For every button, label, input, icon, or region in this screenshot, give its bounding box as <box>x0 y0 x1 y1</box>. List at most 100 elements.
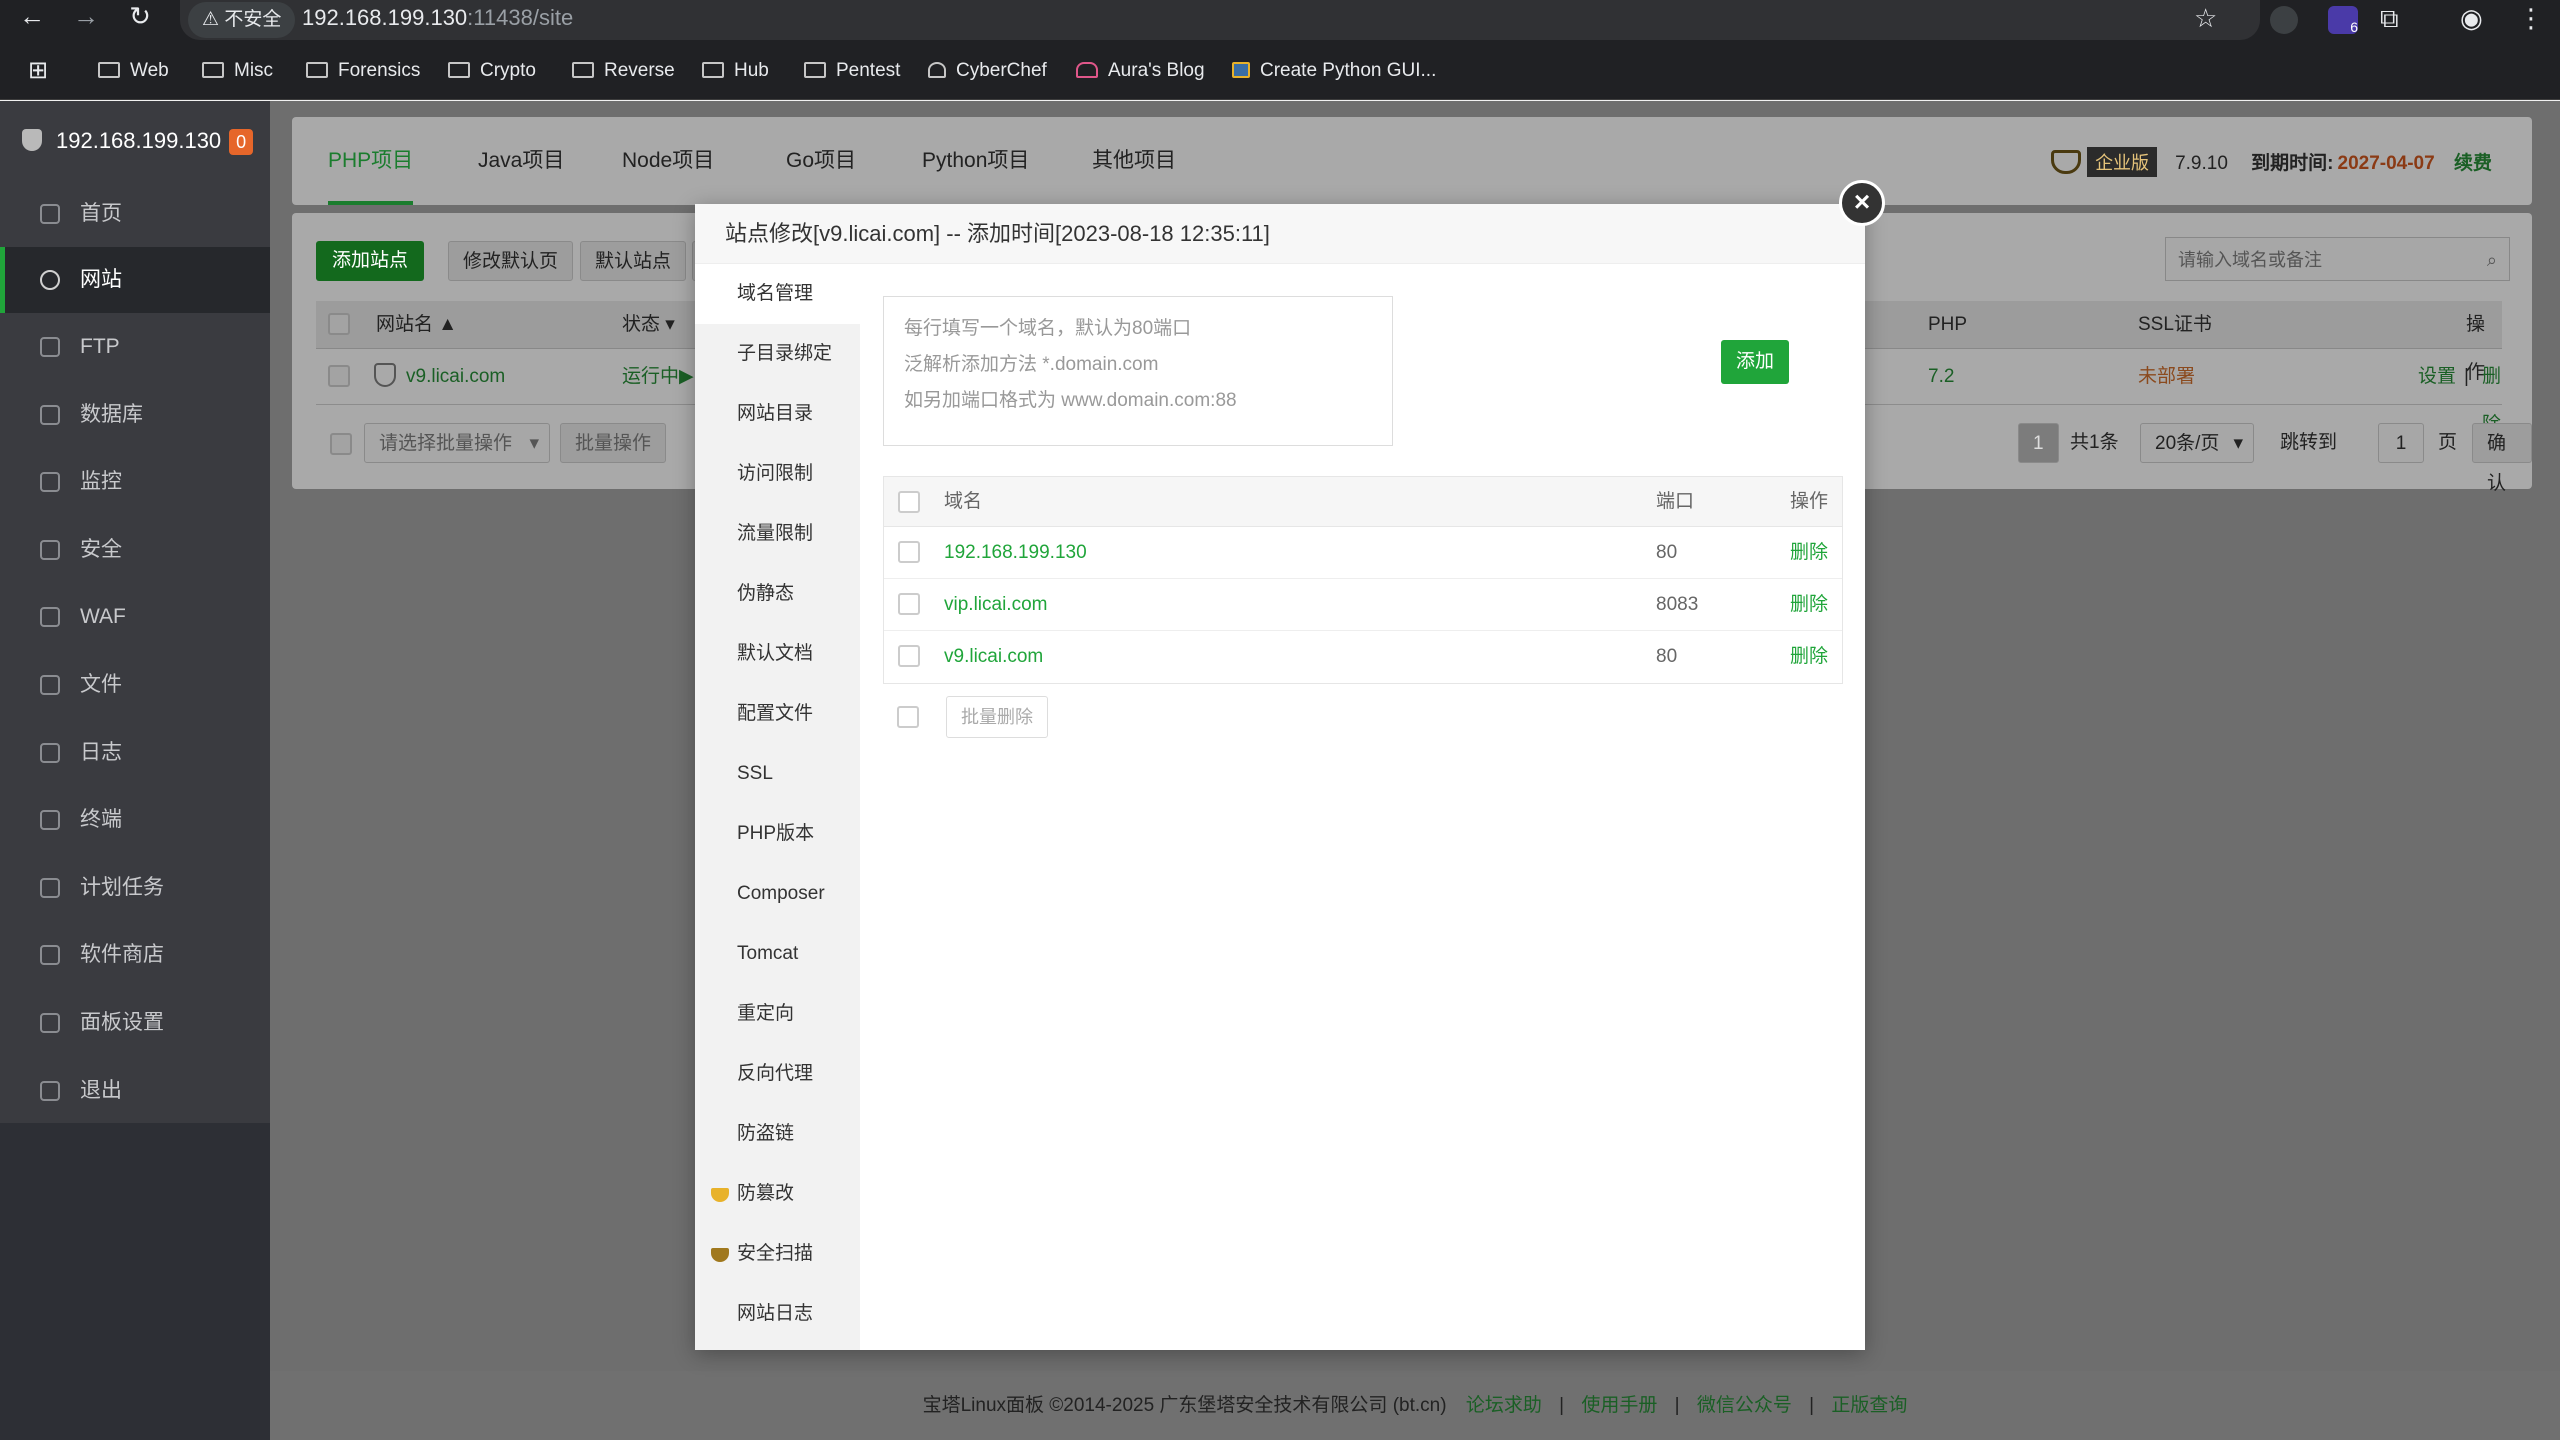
site-ssl-status[interactable]: 未部署 <box>2138 353 2195 401</box>
close-icon[interactable]: × <box>1839 180 1885 226</box>
tab-go[interactable]: Go项目 <box>786 117 856 205</box>
select-all-checkbox[interactable] <box>328 313 350 335</box>
sidebar-item-settings[interactable]: 面板设置 <box>0 990 270 1056</box>
bulk-delete-button[interactable]: 批量删除 <box>946 696 1048 738</box>
domain-link[interactable]: vip.licai.com <box>944 579 1047 631</box>
sidebar-item-monitor[interactable]: 监控 <box>0 449 270 515</box>
tab-python[interactable]: Python项目 <box>922 117 1029 205</box>
reload-icon[interactable]: ↻ <box>118 0 162 32</box>
modal-nav-subdir[interactable]: 子目录绑定 <box>695 324 860 384</box>
extension-icon[interactable] <box>2270 6 2298 34</box>
modal-nav-config[interactable]: 配置文件 <box>695 684 860 744</box>
tab-php[interactable]: PHP项目 <box>328 117 414 205</box>
sidebar-item-files[interactable]: 文件 <box>0 652 270 718</box>
edit-default-page-button[interactable]: 修改默认页 <box>448 241 574 281</box>
menu-icon[interactable]: ⋮ <box>2518 2 2544 34</box>
search-input[interactable]: 请输入域名或备注 ⌕ <box>2165 237 2510 281</box>
delete-domain-link[interactable]: 删除 <box>1790 631 1828 683</box>
modal-nav-rewrite[interactable]: 伪静态 <box>695 564 860 624</box>
modal-nav-composer[interactable]: Composer <box>695 864 860 924</box>
bulk-select-checkbox[interactable] <box>897 706 919 728</box>
manual-link[interactable]: 使用手册 <box>1581 1395 1657 1416</box>
bookmark-aura[interactable]: Aura's Blog <box>1076 56 1205 86</box>
bookmark-reverse[interactable]: Reverse <box>572 56 675 86</box>
sidebar-item-cron[interactable]: 计划任务 <box>0 855 270 921</box>
bookmark-web[interactable]: Web <box>98 56 169 86</box>
batch-select[interactable]: 请选择批量操作 ▾ <box>364 423 550 463</box>
license-link[interactable]: 正版查询 <box>1831 1395 1907 1416</box>
bookmark-pentest[interactable]: Pentest <box>804 56 900 86</box>
modal-nav-hotlink[interactable]: 防盗链 <box>695 1104 860 1164</box>
jump-page-input[interactable]: 1 <box>2378 423 2424 463</box>
back-icon[interactable]: ← <box>10 0 54 32</box>
site-settings-link[interactable]: 设置 <box>2418 353 2456 401</box>
domain-link[interactable]: 192.168.199.130 <box>944 527 1087 579</box>
domain-link[interactable]: v9.licai.com <box>944 631 1043 683</box>
modal-nav-access-limit[interactable]: 访问限制 <box>695 444 860 504</box>
bookmark-misc[interactable]: Misc <box>202 56 273 86</box>
sidebar-item-security[interactable]: 安全 <box>0 517 270 583</box>
modal-nav-default-doc[interactable]: 默认文档 <box>695 624 860 684</box>
col-name[interactable]: 网站名 ▲ <box>376 301 457 349</box>
row-checkbox[interactable] <box>898 541 920 563</box>
bookmark-python-gui[interactable]: Create Python GUI... <box>1232 56 1436 86</box>
row-checkbox[interactable] <box>328 365 350 387</box>
bookmark-hub[interactable]: Hub <box>702 56 769 86</box>
tab-node[interactable]: Node项目 <box>622 117 714 205</box>
renew-link[interactable]: 续费 <box>2454 153 2492 174</box>
notification-badge[interactable]: 0 <box>229 129 254 155</box>
sidebar-item-waf[interactable]: WAF <box>0 584 270 650</box>
bookmark-cyberchef[interactable]: CyberChef <box>928 56 1047 86</box>
star-icon[interactable]: ☆ <box>2194 2 2217 34</box>
modal-nav-site-dir[interactable]: 网站目录 <box>695 384 860 444</box>
sidebar-item-database[interactable]: 数据库 <box>0 382 270 448</box>
sidebar-item-logout[interactable]: 退出 <box>0 1058 270 1124</box>
col-status[interactable]: 状态 ▾ <box>622 301 675 349</box>
sidebar-item-logs[interactable]: 日志 <box>0 720 270 786</box>
row-checkbox[interactable] <box>898 645 920 667</box>
modal-nav-php-version[interactable]: PHP版本 <box>695 804 860 864</box>
row-checkbox[interactable] <box>898 593 920 615</box>
bookmark-crypto[interactable]: Crypto <box>448 56 536 86</box>
jump-confirm-button[interactable]: 确认 <box>2472 423 2532 494</box>
modal-nav-security-scan[interactable]: 安全扫描 <box>695 1224 860 1284</box>
add-domain-button[interactable]: 添加 <box>1721 340 1789 384</box>
domain-textarea[interactable]: 每行填写一个域名，默认为80端口 泛解析添加方法 *.domain.com 如另… <box>883 296 1393 446</box>
select-all-checkbox[interactable] <box>898 491 920 513</box>
forum-link[interactable]: 论坛求助 <box>1466 1395 1542 1416</box>
sidebar-item-ftp[interactable]: FTP <box>0 314 270 380</box>
url-text[interactable]: 192.168.199.130:11438/site <box>302 0 573 36</box>
footer-select-checkbox[interactable] <box>330 433 352 455</box>
modal-nav-ssl[interactable]: SSL <box>695 744 860 804</box>
sidebar-item-home[interactable]: 首页 <box>0 181 270 247</box>
sidebar-item-terminal[interactable]: 终端 <box>0 787 270 853</box>
site-status[interactable]: 运行中▶ <box>622 353 694 401</box>
puzzle-icon[interactable]: ⧉ <box>2380 2 2399 34</box>
forward-icon[interactable]: → <box>64 0 108 32</box>
site-name-link[interactable]: v9.licai.com <box>374 353 505 401</box>
sidebar-item-website[interactable]: 网站 <box>0 247 270 313</box>
modal-nav-site-log[interactable]: 网站日志 <box>695 1284 860 1344</box>
wechat-link[interactable]: 微信公众号 <box>1697 1395 1792 1416</box>
tab-other[interactable]: 其他项目 <box>1092 117 1176 205</box>
page-size-select[interactable]: 20条/页 ▾ <box>2140 423 2254 463</box>
address-bar[interactable]: ⚠ 不安全 192.168.199.130:11438/site <box>180 0 2260 40</box>
bookmark-forensics[interactable]: Forensics <box>306 56 420 86</box>
modal-nav-traffic-limit[interactable]: 流量限制 <box>695 504 860 564</box>
default-site-button[interactable]: 默认站点 <box>580 241 687 281</box>
delete-domain-link[interactable]: 删除 <box>1790 527 1828 579</box>
page-current[interactable]: 1 <box>2018 423 2059 463</box>
sidebar-item-store[interactable]: 软件商店 <box>0 922 270 988</box>
security-indicator[interactable]: ⚠ 不安全 <box>188 2 296 38</box>
search-icon[interactable]: ⌕ <box>2487 238 2497 282</box>
tab-java[interactable]: Java项目 <box>478 117 564 205</box>
batch-action-button[interactable]: 批量操作 <box>560 423 667 463</box>
add-site-button[interactable]: 添加站点 <box>316 241 425 281</box>
apps-icon[interactable]: ⊞ <box>28 56 48 86</box>
extension-badge-icon[interactable]: 6 <box>2328 6 2358 35</box>
modal-nav-tamper[interactable]: 防篡改 <box>695 1164 860 1224</box>
modal-nav-tomcat[interactable]: Tomcat <box>695 924 860 984</box>
modal-nav-domain[interactable]: 域名管理 <box>695 264 860 324</box>
modal-nav-redirect[interactable]: 重定向 <box>695 984 860 1044</box>
delete-domain-link[interactable]: 删除 <box>1790 579 1828 631</box>
